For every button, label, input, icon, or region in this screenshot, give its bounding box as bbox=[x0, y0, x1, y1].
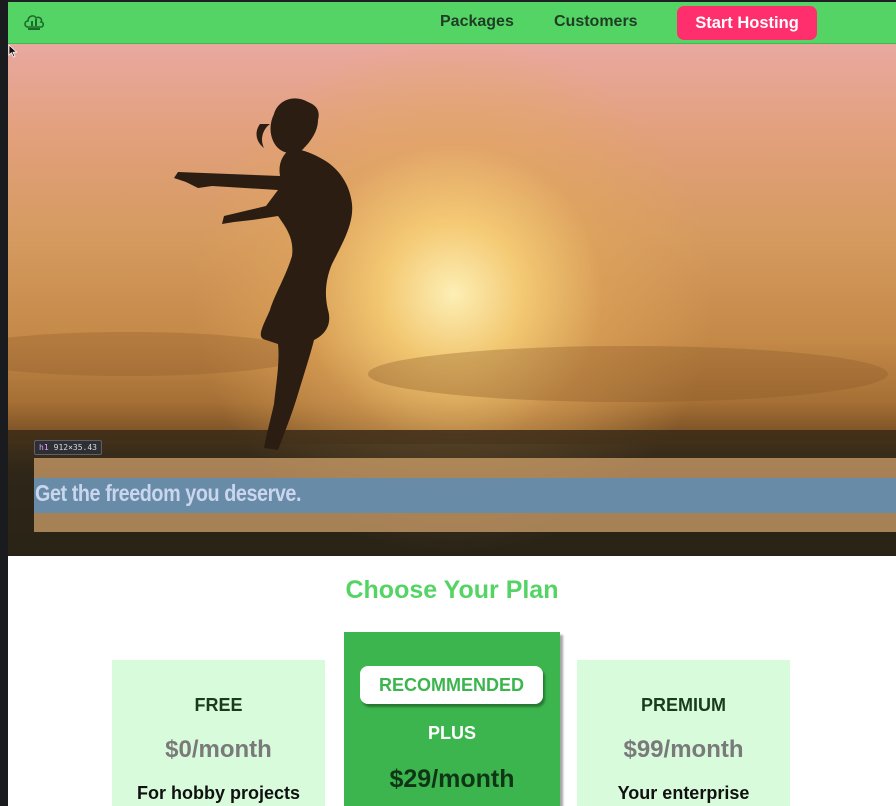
plan-name: PREMIUM bbox=[641, 695, 726, 715]
plan-price: $29/month bbox=[389, 765, 515, 793]
page: Packages Customers Start Hosting h1 912×… bbox=[8, 2, 896, 806]
nav-link-customers[interactable]: Customers bbox=[554, 13, 638, 31]
main-navbar: Packages Customers Start Hosting bbox=[8, 2, 896, 44]
plans-section-title: Choose Your Plan bbox=[345, 576, 559, 604]
plan-card-plus: RECOMMENDED PLUS $29/month bbox=[344, 632, 560, 806]
browser-edge bbox=[0, 0, 8, 806]
start-hosting-button[interactable]: Start Hosting bbox=[677, 6, 817, 40]
mouse-cursor-icon bbox=[8, 44, 18, 58]
plan-card-free: FREE $0/month For hobby projects bbox=[112, 660, 325, 806]
plan-description: For hobby projects bbox=[136, 783, 300, 803]
plan-price: $99/month bbox=[623, 736, 744, 763]
hero-section: h1 912×35.43 Get the freedom you deserve… bbox=[8, 44, 896, 556]
plan-card-premium: PREMIUM $99/month Your enterprise bbox=[577, 660, 790, 806]
hero-title: Get the freedom you deserve. bbox=[35, 480, 302, 506]
plan-name: FREE bbox=[194, 695, 243, 715]
recommended-badge: RECOMMENDED bbox=[360, 666, 543, 704]
devtools-element-tag: h1 912×35.43 bbox=[34, 440, 102, 455]
plan-name: PLUS bbox=[427, 723, 476, 743]
plan-description: Your enterprise bbox=[617, 783, 750, 803]
nav-link-packages[interactable]: Packages bbox=[440, 13, 514, 31]
plan-price: $0/month bbox=[165, 736, 272, 763]
cloud-hosting-logo-icon[interactable] bbox=[22, 9, 46, 33]
